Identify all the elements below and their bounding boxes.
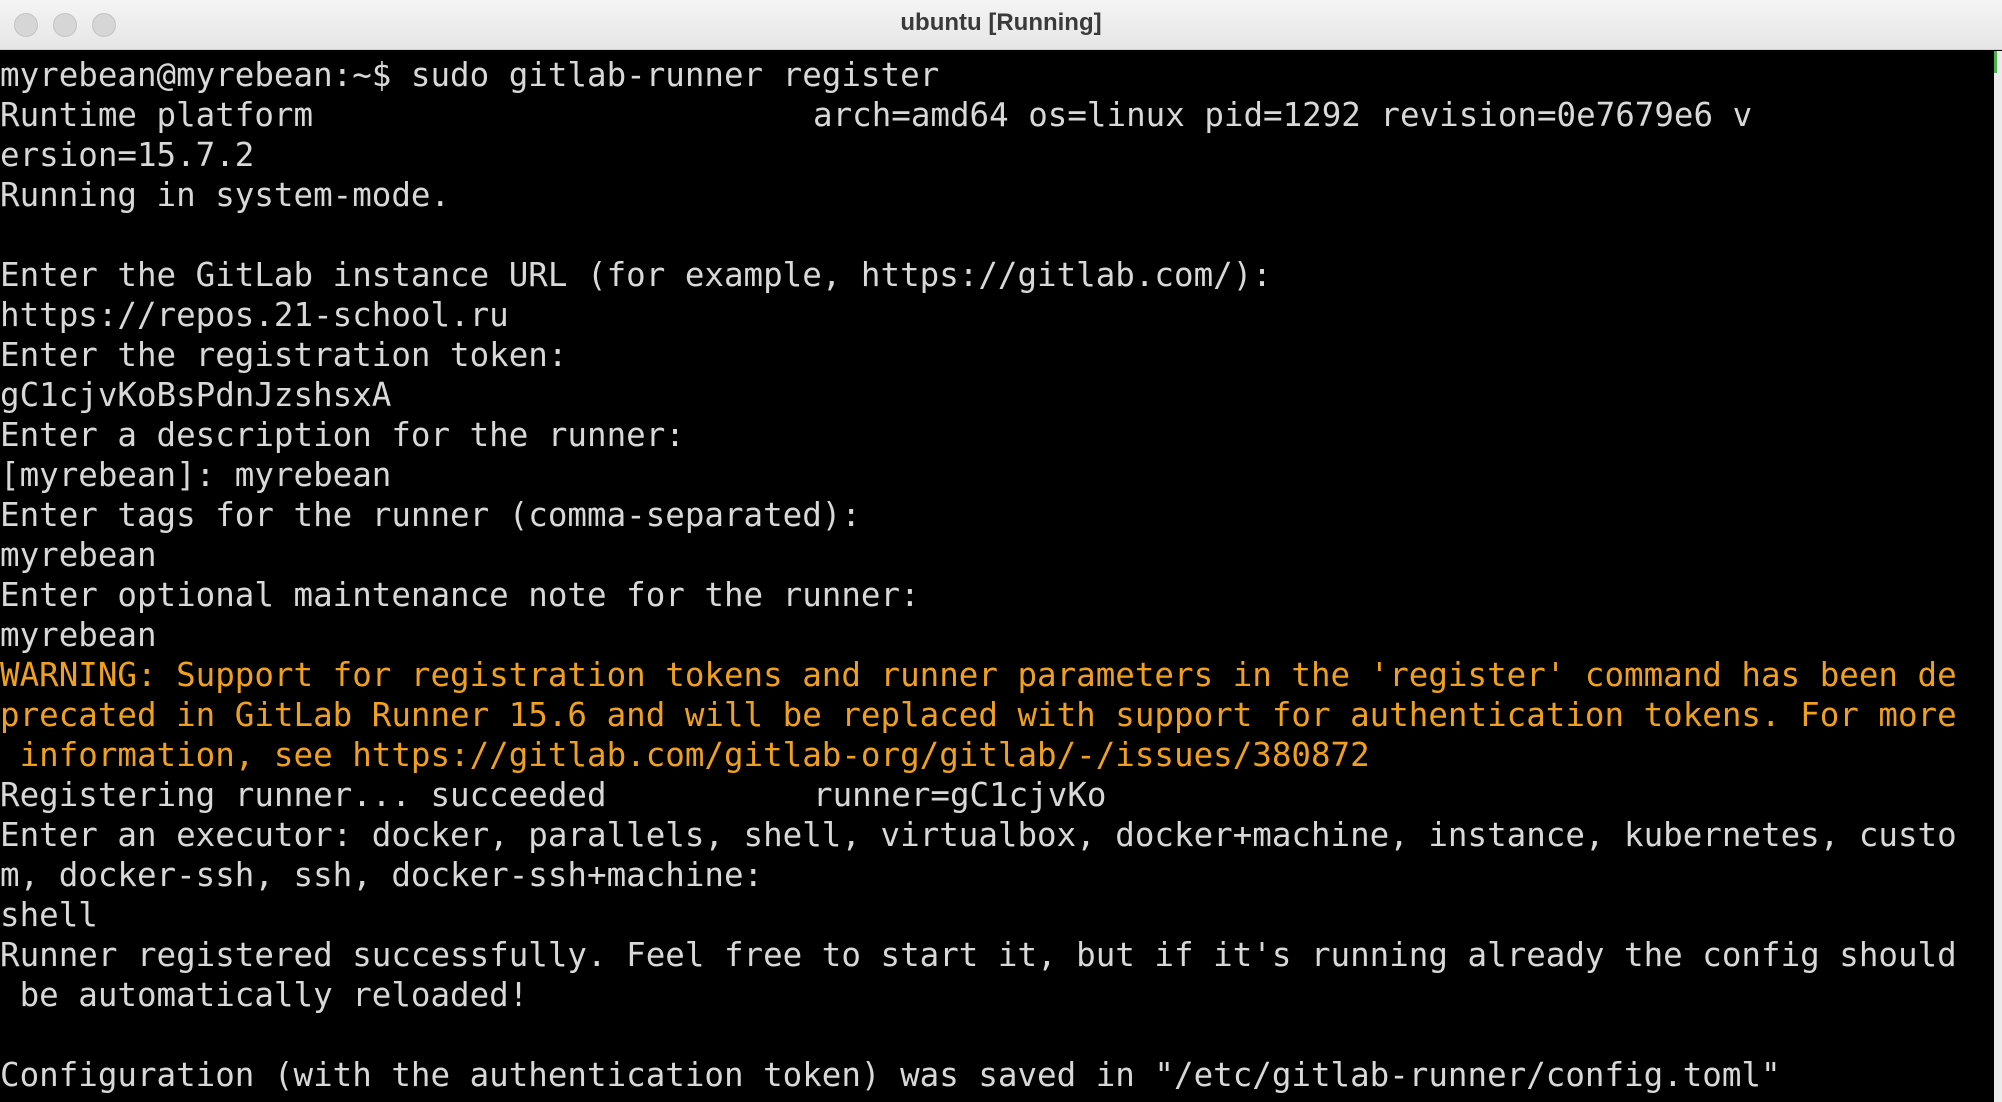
executor-prompt-line-2: m, docker-ssh, ssh, docker-ssh+machine: (0, 856, 764, 894)
command-prompt-line: myrebean@myrebean:~$ sudo gitlab-runner … (0, 56, 940, 94)
runtime-platform-info: arch=amd64 os=linux pid=1292 revision=0e… (813, 96, 1753, 134)
registering-line: Registering runner... succeeded (0, 776, 607, 814)
executor-value-line: shell (0, 896, 98, 934)
executor-prompt-line-1: Enter an executor: docker, parallels, sh… (0, 816, 1957, 854)
token-prompt-line: Enter the registration token: (0, 336, 568, 374)
resize-accent (1994, 51, 1997, 73)
window-right-edge (1994, 51, 2002, 1102)
config-saved-line: Configuration (with the authentication t… (0, 1056, 1781, 1094)
url-value-line: https://repos.21-school.ru (0, 296, 509, 334)
vm-window: ubuntu [Running] myrebean@myrebean:~$ su… (0, 0, 2002, 1102)
runner-id-line: runner=gC1cjvKo (813, 776, 1107, 814)
warning-line-3: information, see https://gitlab.com/gitl… (0, 736, 1370, 774)
note-prompt-line: Enter optional maintenance note for the … (0, 576, 920, 614)
title-bar[interactable]: ubuntu [Running] (0, 0, 2002, 50)
window-title: ubuntu [Running] (900, 9, 1102, 36)
warning-line-1: WARNING: Support for registration tokens… (0, 656, 1957, 694)
version-line: ersion=15.7.2 (0, 136, 255, 174)
note-value-line: myrebean (0, 616, 157, 654)
description-prompt-line: Enter a description for the runner: (0, 416, 685, 454)
description-value-line: [myrebean]: myrebean (0, 456, 392, 494)
tags-value-line: myrebean (0, 536, 157, 574)
runtime-platform-label: Runtime platform (0, 96, 314, 134)
success-line-2: be automatically reloaded! (0, 976, 529, 1014)
url-prompt-line: Enter the GitLab instance URL (for examp… (0, 256, 1272, 294)
token-value-line: gC1cjvKoBsPdnJzshsxA (0, 376, 392, 414)
terminal-screen[interactable]: myrebean@myrebean:~$ sudo gitlab-runner … (0, 51, 1994, 1102)
tags-prompt-line: Enter tags for the runner (comma-separat… (0, 496, 861, 534)
system-mode-line: Running in system-mode. (0, 176, 451, 214)
warning-line-2: precated in GitLab Runner 15.6 and will … (0, 696, 1957, 734)
success-line-1: Runner registered successfully. Feel fre… (0, 936, 1957, 974)
